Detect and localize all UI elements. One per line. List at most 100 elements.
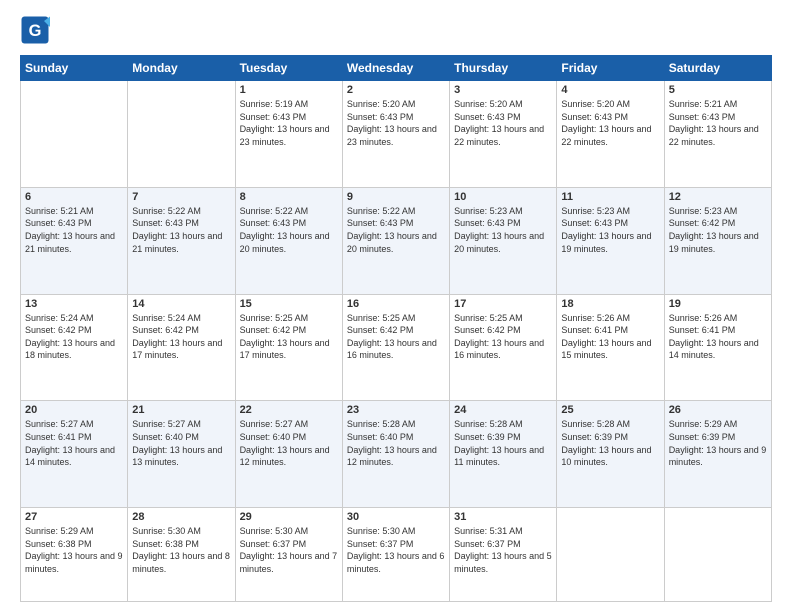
- calendar-cell: 12 Sunrise: 5:23 AMSunset: 6:42 PMDayligh…: [664, 187, 771, 294]
- day-info: Sunrise: 5:28 AMSunset: 6:39 PMDaylight:…: [454, 419, 544, 467]
- day-info: Sunrise: 5:27 AMSunset: 6:41 PMDaylight:…: [25, 419, 115, 467]
- day-number: 11: [561, 191, 659, 203]
- day-info: Sunrise: 5:22 AMSunset: 6:43 PMDaylight:…: [347, 206, 437, 254]
- calendar-cell: 26 Sunrise: 5:29 AMSunset: 6:39 PMDayligh…: [664, 401, 771, 508]
- calendar-cell: 31 Sunrise: 5:31 AMSunset: 6:37 PMDayligh…: [450, 508, 557, 602]
- calendar-cell: [128, 81, 235, 188]
- day-number: 9: [347, 191, 445, 203]
- day-number: 10: [454, 191, 552, 203]
- calendar-cell: 8Sunrise: 5:22 AMSunset: 6:43 PMDaylight…: [235, 187, 342, 294]
- day-number: 23: [347, 404, 445, 416]
- calendar-week-3: 13 Sunrise: 5:24 AMSunset: 6:42 PMDayligh…: [21, 294, 772, 401]
- day-info: Sunrise: 5:20 AMSunset: 6:43 PMDaylight:…: [561, 99, 651, 147]
- calendar-cell: 6 Sunrise: 5:21 AMSunset: 6:43 PMDaylight…: [21, 187, 128, 294]
- calendar-cell: 11 Sunrise: 5:23 AMSunset: 6:43 PMDayligh…: [557, 187, 664, 294]
- day-info: Sunrise: 5:31 AMSunset: 6:37 PMDaylight:…: [454, 526, 552, 574]
- day-number: 15: [240, 298, 338, 310]
- calendar-cell: 19Sunrise: 5:26 AMSunset: 6:41 PMDayligh…: [664, 294, 771, 401]
- day-number: 1: [240, 84, 338, 96]
- day-info: Sunrise: 5:28 AMSunset: 6:39 PMDaylight:…: [561, 419, 651, 467]
- calendar-cell: 15 Sunrise: 5:25 AMSunset: 6:42 PMDayligh…: [235, 294, 342, 401]
- day-info: Sunrise: 5:25 AMSunset: 6:42 PMDaylight:…: [454, 313, 544, 361]
- day-info: Sunrise: 5:21 AMSunset: 6:43 PMDaylight:…: [25, 206, 115, 254]
- day-info: Sunrise: 5:29 AMSunset: 6:39 PMDaylight:…: [669, 419, 767, 467]
- day-info: Sunrise: 5:22 AMSunset: 6:43 PMDaylight:…: [132, 206, 222, 254]
- day-number: 19: [669, 298, 767, 310]
- day-info: Sunrise: 5:24 AMSunset: 6:42 PMDaylight:…: [132, 313, 222, 361]
- day-info: Sunrise: 5:20 AMSunset: 6:43 PMDaylight:…: [347, 99, 437, 147]
- day-info: Sunrise: 5:23 AMSunset: 6:43 PMDaylight:…: [454, 206, 544, 254]
- day-info: Sunrise: 5:29 AMSunset: 6:38 PMDaylight:…: [25, 526, 123, 574]
- day-number: 4: [561, 84, 659, 96]
- day-number: 14: [132, 298, 230, 310]
- calendar-cell: 3 Sunrise: 5:20 AMSunset: 6:43 PMDaylight…: [450, 81, 557, 188]
- calendar-cell: 30Sunrise: 5:30 AMSunset: 6:37 PMDayligh…: [342, 508, 449, 602]
- calendar-body: 1 Sunrise: 5:19 AMSunset: 6:43 PMDaylight…: [21, 81, 772, 602]
- calendar-cell: 17 Sunrise: 5:25 AMSunset: 6:42 PMDayligh…: [450, 294, 557, 401]
- day-info: Sunrise: 5:27 AMSunset: 6:40 PMDaylight:…: [132, 419, 222, 467]
- day-number: 27: [25, 511, 123, 523]
- day-info: Sunrise: 5:25 AMSunset: 6:42 PMDaylight:…: [347, 313, 437, 361]
- day-info: Sunrise: 5:19 AMSunset: 6:43 PMDaylight:…: [240, 99, 330, 147]
- day-info: Sunrise: 5:23 AMSunset: 6:42 PMDaylight:…: [669, 206, 759, 254]
- day-header-friday: Friday: [557, 56, 664, 81]
- day-header-thursday: Thursday: [450, 56, 557, 81]
- day-number: 25: [561, 404, 659, 416]
- calendar-cell: 7Sunrise: 5:22 AMSunset: 6:43 PMDaylight…: [128, 187, 235, 294]
- day-info: Sunrise: 5:21 AMSunset: 6:43 PMDaylight:…: [669, 99, 759, 147]
- day-info: Sunrise: 5:24 AMSunset: 6:42 PMDaylight:…: [25, 313, 115, 361]
- calendar-cell: 24 Sunrise: 5:28 AMSunset: 6:39 PMDayligh…: [450, 401, 557, 508]
- calendar-cell: 23 Sunrise: 5:28 AMSunset: 6:40 PMDayligh…: [342, 401, 449, 508]
- calendar-cell: 28 Sunrise: 5:30 AMSunset: 6:38 PMDayligh…: [128, 508, 235, 602]
- calendar-cell: 16 Sunrise: 5:25 AMSunset: 6:42 PMDayligh…: [342, 294, 449, 401]
- calendar-cell: 20 Sunrise: 5:27 AMSunset: 6:41 PMDayligh…: [21, 401, 128, 508]
- svg-text:G: G: [29, 22, 42, 40]
- calendar-week-5: 27 Sunrise: 5:29 AMSunset: 6:38 PMDayligh…: [21, 508, 772, 602]
- calendar-cell: 14 Sunrise: 5:24 AMSunset: 6:42 PMDayligh…: [128, 294, 235, 401]
- day-header-wednesday: Wednesday: [342, 56, 449, 81]
- calendar-week-4: 20 Sunrise: 5:27 AMSunset: 6:41 PMDayligh…: [21, 401, 772, 508]
- calendar-cell: 21Sunrise: 5:27 AMSunset: 6:40 PMDayligh…: [128, 401, 235, 508]
- calendar-cell: 4 Sunrise: 5:20 AMSunset: 6:43 PMDaylight…: [557, 81, 664, 188]
- calendar-table: SundayMondayTuesdayWednesdayThursdayFrid…: [20, 55, 772, 602]
- day-number: 20: [25, 404, 123, 416]
- day-number: 16: [347, 298, 445, 310]
- day-info: Sunrise: 5:22 AMSunset: 6:43 PMDaylight:…: [240, 206, 330, 254]
- day-number: 6: [25, 191, 123, 203]
- day-info: Sunrise: 5:20 AMSunset: 6:43 PMDaylight:…: [454, 99, 544, 147]
- calendar-week-2: 6 Sunrise: 5:21 AMSunset: 6:43 PMDaylight…: [21, 187, 772, 294]
- calendar-header-row: SundayMondayTuesdayWednesdayThursdayFrid…: [21, 56, 772, 81]
- calendar-cell: 18Sunrise: 5:26 AMSunset: 6:41 PMDayligh…: [557, 294, 664, 401]
- day-header-monday: Monday: [128, 56, 235, 81]
- day-info: Sunrise: 5:30 AMSunset: 6:38 PMDaylight:…: [132, 526, 230, 574]
- day-info: Sunrise: 5:28 AMSunset: 6:40 PMDaylight:…: [347, 419, 437, 467]
- calendar-cell: [21, 81, 128, 188]
- calendar-cell: 29Sunrise: 5:30 AMSunset: 6:37 PMDayligh…: [235, 508, 342, 602]
- day-info: Sunrise: 5:26 AMSunset: 6:41 PMDaylight:…: [561, 313, 651, 361]
- day-number: 29: [240, 511, 338, 523]
- logo: G: [20, 15, 54, 45]
- calendar-cell: [664, 508, 771, 602]
- day-info: Sunrise: 5:25 AMSunset: 6:42 PMDaylight:…: [240, 313, 330, 361]
- day-info: Sunrise: 5:23 AMSunset: 6:43 PMDaylight:…: [561, 206, 651, 254]
- day-number: 31: [454, 511, 552, 523]
- calendar-cell: 25 Sunrise: 5:28 AMSunset: 6:39 PMDayligh…: [557, 401, 664, 508]
- day-number: 3: [454, 84, 552, 96]
- day-number: 24: [454, 404, 552, 416]
- day-number: 2: [347, 84, 445, 96]
- calendar-cell: 22Sunrise: 5:27 AMSunset: 6:40 PMDayligh…: [235, 401, 342, 508]
- calendar-cell: [557, 508, 664, 602]
- logo-icon: G: [20, 15, 50, 45]
- calendar-cell: 13 Sunrise: 5:24 AMSunset: 6:42 PMDayligh…: [21, 294, 128, 401]
- day-number: 12: [669, 191, 767, 203]
- day-header-tuesday: Tuesday: [235, 56, 342, 81]
- calendar-cell: 1 Sunrise: 5:19 AMSunset: 6:43 PMDaylight…: [235, 81, 342, 188]
- calendar-cell: 5Sunrise: 5:21 AMSunset: 6:43 PMDaylight…: [664, 81, 771, 188]
- calendar-week-1: 1 Sunrise: 5:19 AMSunset: 6:43 PMDaylight…: [21, 81, 772, 188]
- day-number: 13: [25, 298, 123, 310]
- page: G SundayMondayTuesdayWednesdayThursdayFr…: [0, 0, 792, 612]
- day-number: 17: [454, 298, 552, 310]
- day-info: Sunrise: 5:27 AMSunset: 6:40 PMDaylight:…: [240, 419, 330, 467]
- day-number: 28: [132, 511, 230, 523]
- day-number: 26: [669, 404, 767, 416]
